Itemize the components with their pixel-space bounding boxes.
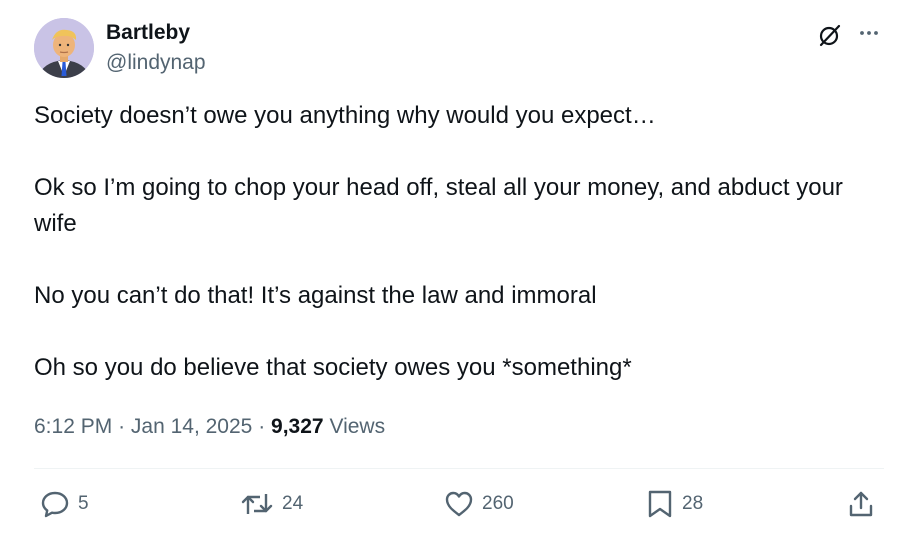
- like-count: 260: [482, 493, 514, 514]
- tweet-paragraph: Society doesn’t owe you anything why wou…: [34, 102, 656, 129]
- bookmark-count: 28: [682, 493, 704, 514]
- repost-button[interactable]: 24: [240, 487, 303, 521]
- author-handle[interactable]: @lindynap: [106, 50, 206, 76]
- tweet-meta: 6:12 PM · Jan 14, 2025 · 9,327 Views: [34, 413, 385, 441]
- tweet-text: Society doesn’t owe you anything why wou…: [34, 98, 874, 386]
- bookmark-icon: [648, 490, 672, 518]
- views-count: 9,327: [271, 415, 324, 438]
- bookmark-button[interactable]: 28: [646, 487, 703, 521]
- more-horizontal-icon: [860, 31, 878, 35]
- tweet-paragraph: No you can’t do that! It’s against the l…: [34, 282, 597, 309]
- grok-button[interactable]: [815, 20, 845, 50]
- tweet-paragraph: Ok so I’m going to chop your head off, s…: [34, 174, 843, 237]
- timestamp-date[interactable]: Jan 14, 2025: [131, 415, 252, 438]
- reply-button[interactable]: 5: [40, 487, 89, 521]
- repost-count: 24: [282, 493, 304, 514]
- meta-separator: ·: [258, 415, 266, 438]
- meta-separator: ·: [118, 415, 126, 438]
- reply-icon: [41, 491, 69, 518]
- heart-icon: [445, 491, 473, 517]
- grok-icon: [819, 24, 841, 47]
- timestamp-time[interactable]: 6:12 PM: [34, 415, 112, 438]
- reply-count: 5: [78, 493, 89, 514]
- more-options-button[interactable]: [854, 20, 884, 50]
- share-button[interactable]: [846, 487, 876, 521]
- like-button[interactable]: 260: [444, 487, 514, 521]
- divider: [34, 468, 884, 469]
- tweet-card: Bartleby @lindynap Society doesn’t owe y…: [0, 0, 898, 535]
- views-label: Views: [329, 415, 386, 438]
- author-display-name[interactable]: Bartleby: [106, 20, 190, 46]
- repost-icon: [241, 494, 273, 514]
- share-icon: [849, 491, 873, 517]
- tweet-paragraph: Oh so you do believe that society owes y…: [34, 354, 632, 381]
- avatar[interactable]: [34, 18, 94, 78]
